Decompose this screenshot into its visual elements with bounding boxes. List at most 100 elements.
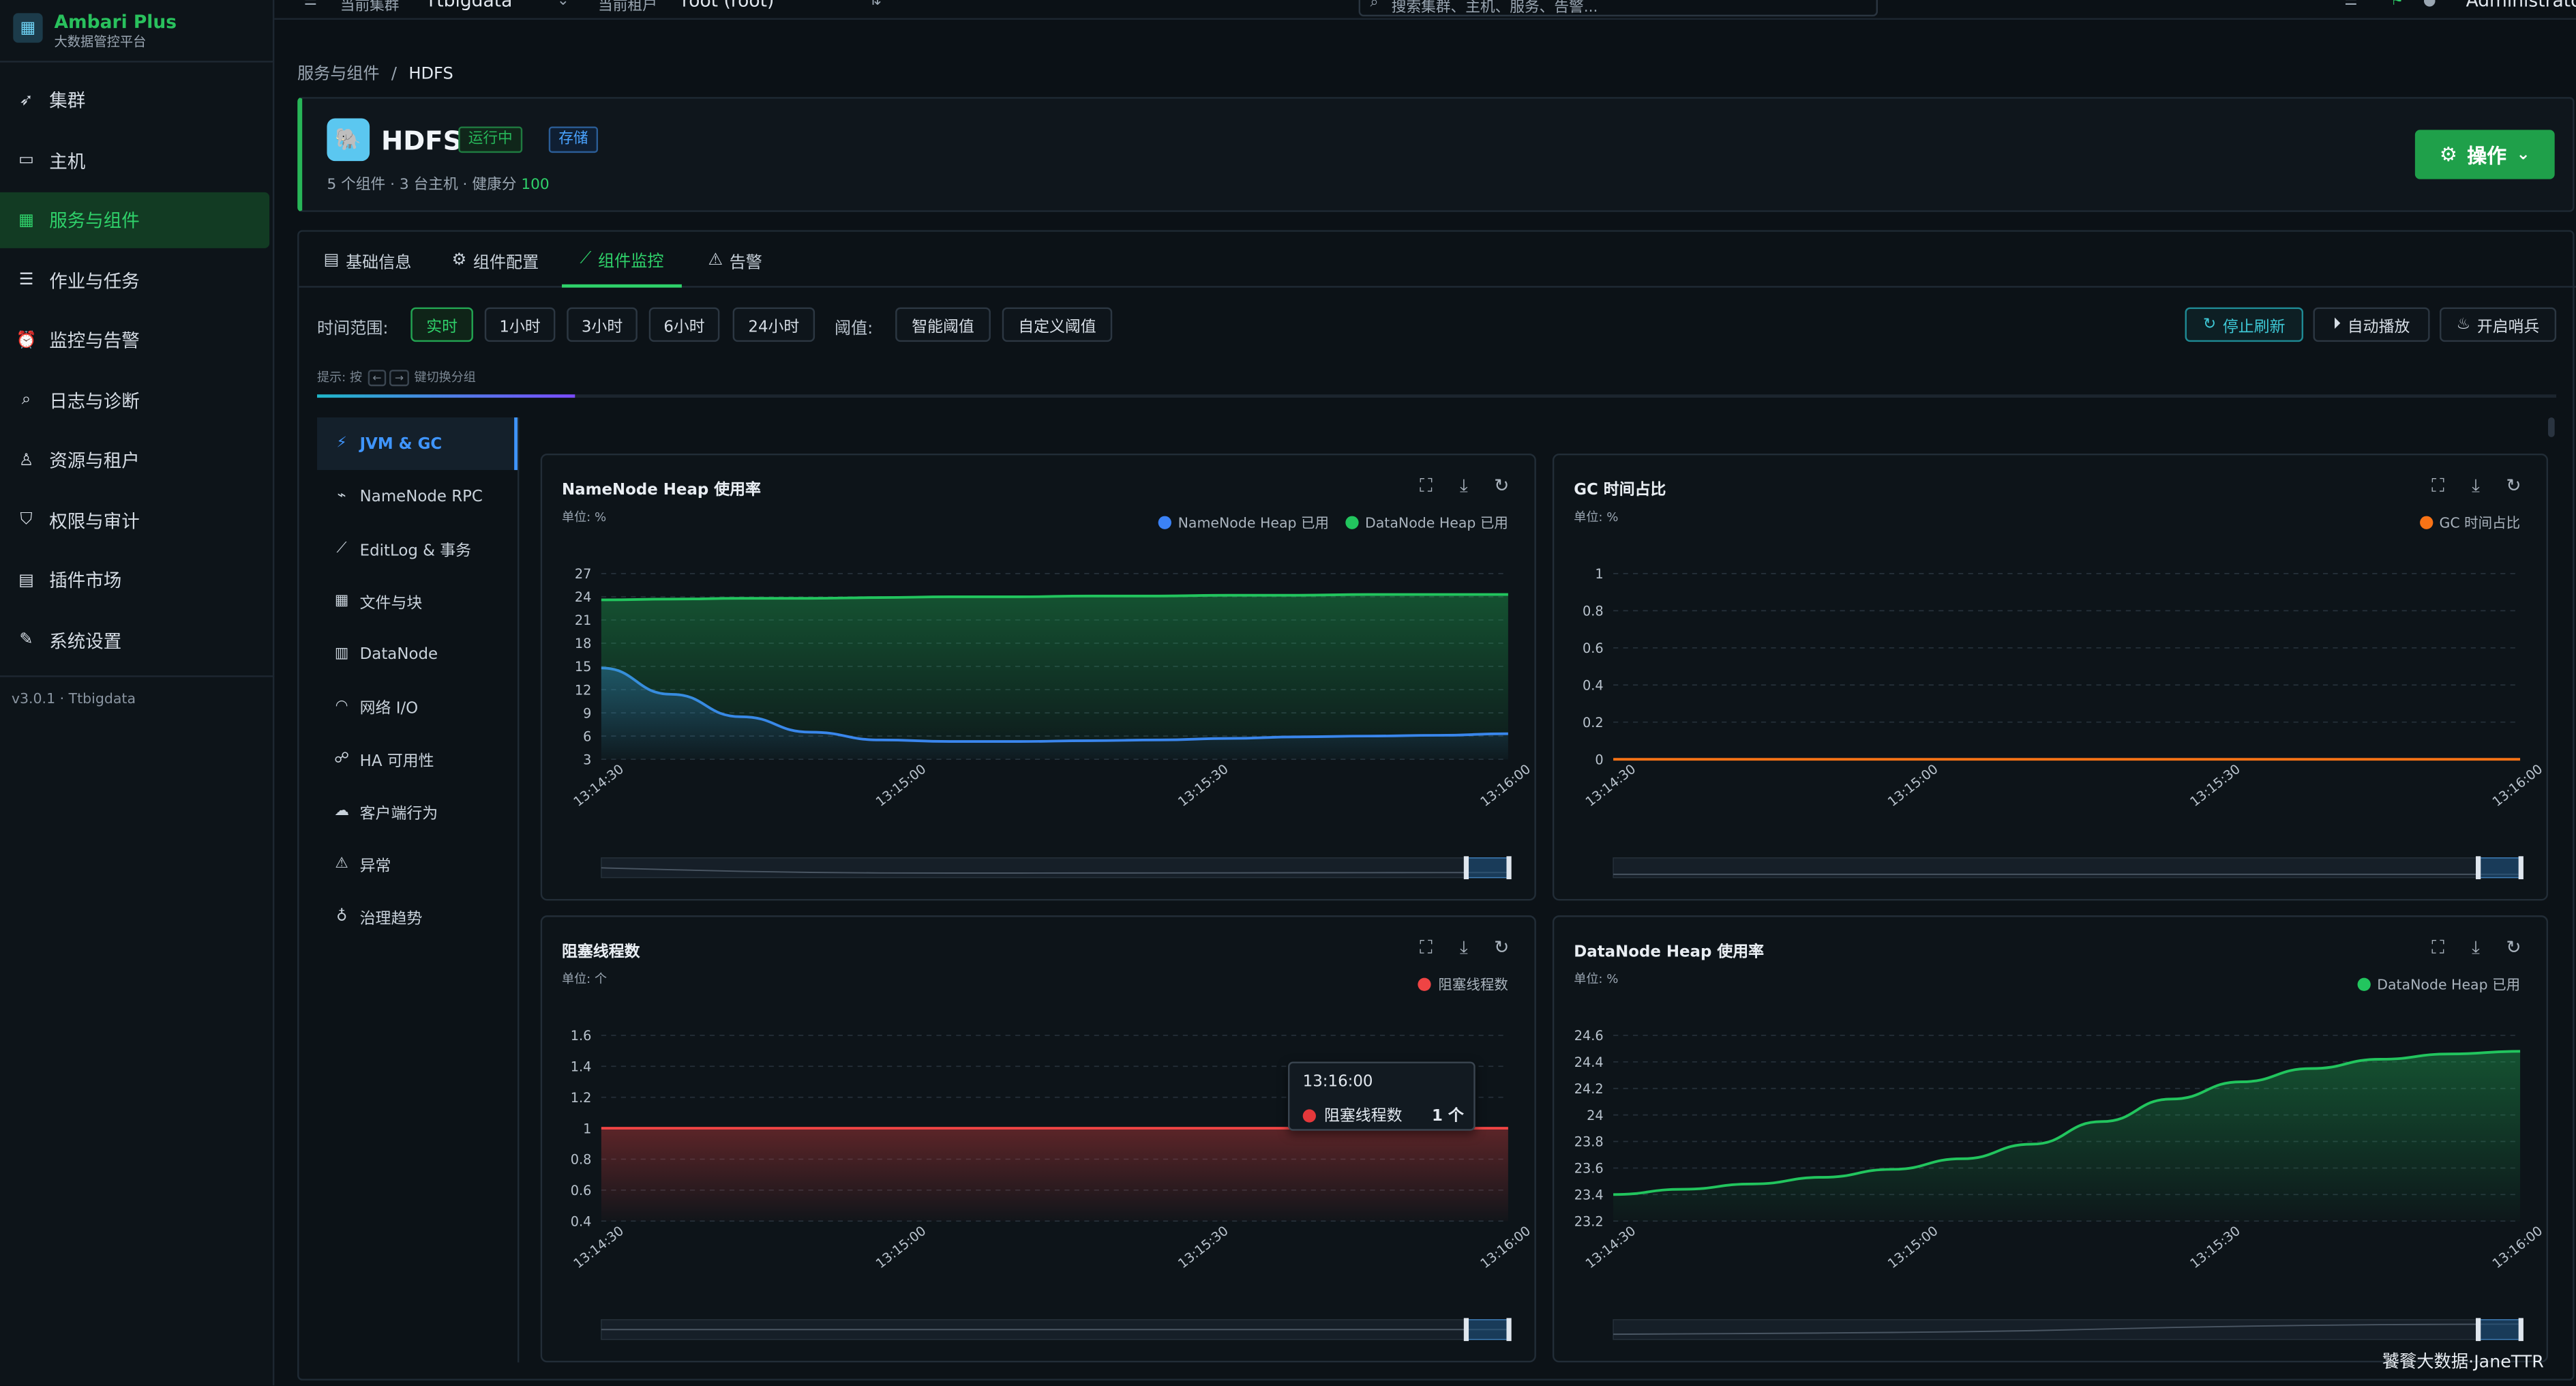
service-title: HDFS bbox=[380, 125, 462, 156]
range-3h-button[interactable]: 3小时 bbox=[567, 307, 638, 342]
search-icon: ⌕ bbox=[1370, 0, 1379, 12]
sidebar-item-jobs[interactable]: ☰ 作业与任务 bbox=[0, 252, 269, 308]
group-label: 治理趋势 bbox=[359, 910, 423, 929]
sidebar-item-services[interactable]: ▦ 服务与组件 bbox=[0, 192, 270, 248]
group-item-governance[interactable]: ♁ 治理趋势 bbox=[317, 891, 518, 943]
sidebar-item-monitoring[interactable]: ⏰ 监控与告警 bbox=[0, 312, 269, 368]
group-item-namenode-rpc[interactable]: ⌁ NameNode RPC bbox=[317, 470, 518, 522]
y-tick-label: 21 bbox=[575, 613, 592, 628]
sidebar-item-label: 主机 bbox=[49, 150, 86, 172]
group-progress-bar bbox=[317, 394, 2557, 398]
group-item-ha[interactable]: ☍ HA 可用性 bbox=[317, 733, 518, 786]
stop-refresh-label: 停止刷新 bbox=[2222, 318, 2286, 336]
cluster-selector[interactable]: Ttbigdata bbox=[425, 0, 512, 12]
group-item-anomaly[interactable]: ⚠ 异常 bbox=[317, 838, 518, 891]
y-tick-label: 23.4 bbox=[1574, 1188, 1604, 1203]
tab-monitor[interactable]: ⟋ 组件监控 bbox=[562, 232, 682, 288]
actions-button[interactable]: ⚙ 操作 ⌄ bbox=[2414, 130, 2555, 179]
range-24h-button[interactable]: 24小时 bbox=[732, 307, 815, 342]
x-tick-label: 13:15:30 bbox=[2187, 1223, 2243, 1271]
tooltip-value: 1 个 bbox=[1432, 1107, 1464, 1126]
sidebar-item-plugins[interactable]: ▤ 插件市场 bbox=[0, 552, 269, 608]
series-area bbox=[601, 594, 1508, 760]
sentinel-button[interactable]: ♨ 开启哨兵 bbox=[2440, 307, 2557, 342]
range-6h-button[interactable]: 6小时 bbox=[648, 307, 720, 342]
group-item-files-blocks[interactable]: ▦ 文件与块 bbox=[317, 575, 518, 628]
group-item-client[interactable]: ☁ 客户端行为 bbox=[317, 786, 518, 838]
chart-icon: ⟋ bbox=[580, 249, 592, 267]
search-placeholder: 搜索集群、主机、服务、告警... bbox=[1391, 0, 1598, 17]
chart-card: GC 时间占比 单位: % ⛶ ⤓ ↻ GC 时间占比 0 0.2 0.4 0.6 0.8 1… bbox=[1552, 454, 2549, 901]
brand[interactable]: ▦ Ambari Plus 大数据管控平台 bbox=[0, 0, 275, 63]
cloud-icon: ☁ bbox=[334, 803, 350, 821]
topology-icon: ☍ bbox=[334, 751, 350, 768]
x-tick-label: 13:15:30 bbox=[1175, 1223, 1231, 1271]
x-tick-label: 13:16:00 bbox=[2489, 761, 2545, 810]
brand-logo-icon: ▦ bbox=[13, 13, 43, 43]
group-item-datanode[interactable]: ▥ DataNode bbox=[317, 628, 518, 680]
y-tick-label: 1.6 bbox=[571, 1028, 592, 1044]
users-icon: ♙ bbox=[18, 451, 34, 469]
global-search-input[interactable]: ⌕ 搜索集群、主机、服务、告警... bbox=[1358, 0, 1878, 17]
y-tick-label: 24.4 bbox=[1574, 1055, 1604, 1070]
auto-play-button[interactable]: ⏵ 自动播放 bbox=[2313, 307, 2430, 342]
zoom-handle-left bbox=[1463, 856, 1469, 880]
breadcrumb-current: HDFS bbox=[408, 65, 453, 84]
tenant-selector[interactable]: root (root) bbox=[682, 0, 774, 12]
breadcrumb-parent[interactable]: 服务与组件 bbox=[297, 65, 379, 84]
stop-refresh-button[interactable]: ↻ 停止刷新 bbox=[2185, 307, 2304, 342]
tooltip-time: 13:16:00 bbox=[1302, 1073, 1373, 1091]
group-progress-fill bbox=[317, 394, 575, 398]
gear-icon: ⚙ bbox=[451, 250, 467, 269]
tab-alerts[interactable]: ⚠ 告警 bbox=[708, 232, 762, 288]
zoom-slider-track bbox=[601, 857, 1509, 879]
y-tick-label: 24 bbox=[1587, 1108, 1604, 1123]
notification-icon[interactable]: ⚑ bbox=[2391, 0, 2403, 10]
x-tick-label: 13:16:00 bbox=[1478, 761, 1533, 810]
sidebar-item-cluster[interactable]: ➶ 集群 bbox=[0, 72, 269, 128]
user-name[interactable]: Administrator bbox=[2466, 0, 2576, 12]
actions-button-label: 操作 bbox=[2467, 143, 2507, 167]
sentinel-label: 开启哨兵 bbox=[2476, 318, 2540, 336]
y-tick-label: 12 bbox=[575, 682, 592, 698]
sidebar-item-hosts[interactable]: ▭ 主机 bbox=[0, 132, 269, 188]
sidebar-item-logs[interactable]: ⌕ 日志与诊断 bbox=[0, 372, 269, 428]
threshold-label: 阈值: bbox=[834, 320, 873, 339]
group-item-network-io[interactable]: ◠ 网络 I/O bbox=[317, 681, 518, 733]
apps-icon: ▤ bbox=[18, 571, 34, 589]
sidebar-item-settings[interactable]: ✎ 系统设置 bbox=[0, 613, 269, 668]
avatar[interactable]: ● bbox=[2423, 0, 2436, 10]
sidebar: ▦ Ambari Plus 大数据管控平台 ➶ 集群 ▭ 主机 ▦ 服务与组件 ☰ 作业… bbox=[0, 0, 275, 1386]
range-realtime-button[interactable]: 实时 bbox=[410, 307, 473, 342]
hdfs-logo-icon: 🐘 bbox=[327, 118, 370, 162]
menu-toggle-icon[interactable]: ☰ bbox=[304, 0, 317, 10]
list-icon[interactable]: ☰ bbox=[2344, 0, 2357, 10]
chevron-down-icon[interactable]: ⌄ bbox=[557, 0, 569, 10]
zoom-window bbox=[1465, 1319, 1509, 1340]
x-tick-label: 13:16:00 bbox=[2489, 1223, 2545, 1271]
alarm-icon: ⏰ bbox=[16, 331, 37, 350]
sidebar-item-permissions[interactable]: ⛉ 权限与审计 bbox=[0, 492, 269, 548]
chart-scrollbar[interactable] bbox=[2548, 417, 2555, 437]
chart-plot: 23.2 23.4 23.6 23.8 24 24.2 24.4 24.6 13:14:30 13… bbox=[1574, 1028, 2545, 1342]
chart-plot: 0.4 0.6 0.8 1 1.2 1.4 1.6 13:14:30 13:15:00 13:15… bbox=[571, 1028, 1533, 1342]
tab-label: 告警 bbox=[729, 254, 762, 272]
switch-icon[interactable]: ⇅ bbox=[869, 0, 882, 10]
group-item-editlog[interactable]: ⟋ EditLog & 事务 bbox=[317, 522, 518, 575]
group-label: HA 可用性 bbox=[359, 752, 434, 771]
group-item-jvm-gc[interactable]: ⚡ JVM & GC bbox=[317, 417, 518, 471]
tooltip-series: 阻塞线程数 bbox=[1324, 1107, 1403, 1126]
custom-threshold-button[interactable]: 自定义阈值 bbox=[1002, 307, 1113, 342]
zoom-handle-left bbox=[2476, 1318, 2481, 1342]
group-label: JVM & GC bbox=[359, 434, 443, 453]
monitor-icon: ▭ bbox=[18, 151, 34, 170]
cluster-label: 当前集群 bbox=[340, 0, 400, 15]
sidebar-item-resources[interactable]: ♙ 资源与租户 bbox=[0, 432, 269, 488]
list-icon: ☰ bbox=[18, 271, 34, 290]
tab-config[interactable]: ⚙ 组件配置 bbox=[452, 232, 539, 288]
tab-basic-info[interactable]: ▤ 基础信息 bbox=[324, 232, 412, 288]
smart-threshold-button[interactable]: 智能阈值 bbox=[895, 307, 991, 342]
x-tick-label: 13:14:30 bbox=[571, 1223, 627, 1271]
y-tick-label: 1 bbox=[583, 1121, 591, 1136]
range-1h-button[interactable]: 1小时 bbox=[484, 307, 556, 342]
